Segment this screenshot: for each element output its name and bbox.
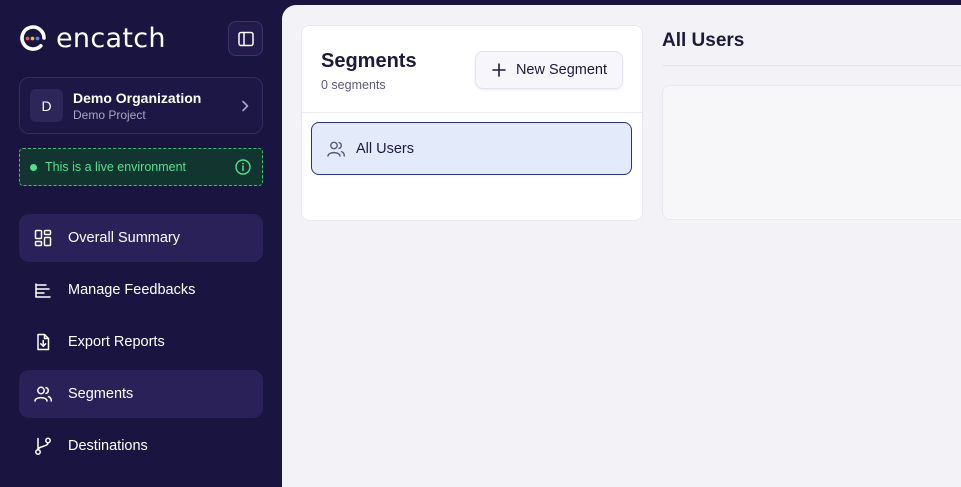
sidebar-toggle-icon: [237, 31, 254, 46]
file-download-icon: [37, 333, 50, 351]
org-avatar: D: [30, 89, 63, 122]
brand-name: encatch: [56, 22, 166, 54]
plus-icon: [492, 63, 506, 77]
encatch-logo-icon: [20, 25, 46, 51]
sidebar-item-manage-feedbacks[interactable]: Manage Feedbacks: [19, 266, 263, 314]
sidebar-item-overall-summary[interactable]: Overall Summary: [19, 214, 263, 262]
sidebar: encatch D Demo Organization Demo Project…: [0, 0, 282, 487]
segment-item-all-users[interactable]: All Users: [311, 122, 632, 175]
sidebar-item-segments[interactable]: Segments: [19, 370, 263, 418]
live-environment-banner: This is a live environment: [19, 148, 263, 186]
segments-panel: Segments 0 segments New Segment All User…: [301, 25, 643, 221]
sidebar-item-label: Destinations: [68, 438, 148, 454]
segments-count: 0 segments: [321, 78, 386, 92]
new-segment-label: New Segment: [515, 62, 608, 78]
segment-item-label: All Users: [356, 140, 415, 157]
live-environment-text: This is a live environment: [45, 160, 187, 174]
main-content: Segments 0 segments New Segment All User…: [282, 5, 961, 487]
dashboard-grid-icon: [34, 229, 52, 247]
org-info: Demo Organization Demo Project: [73, 89, 238, 123]
brand[interactable]: encatch: [18, 22, 166, 54]
info-icon[interactable]: [234, 158, 252, 176]
sidebar-item-label: Export Reports: [68, 334, 165, 350]
new-segment-button[interactable]: New Segment: [475, 51, 623, 89]
chevron-right-icon: [242, 100, 249, 111]
org-project: Demo Project: [73, 107, 146, 122]
organization-switcher[interactable]: D Demo Organization Demo Project: [19, 77, 263, 134]
users-icon: [327, 141, 345, 157]
git-branch-icon: [35, 437, 51, 455]
detail-title: All Users: [662, 30, 745, 51]
segments-panel-header: Segments 0 segments New Segment: [302, 26, 642, 113]
sidebar-toggle-button[interactable]: [228, 21, 263, 56]
org-name: Demo Organization: [73, 89, 202, 106]
segments-title: Segments: [321, 50, 417, 72]
detail-divider: [662, 65, 961, 66]
sidebar-item-destinations[interactable]: Destinations: [19, 422, 263, 470]
detail-card: [662, 85, 961, 220]
sidebar-item-label: Manage Feedbacks: [68, 282, 196, 298]
sidebar-item-label: Overall Summary: [68, 230, 180, 246]
list-icon: [35, 283, 51, 298]
sidebar-item-label: Segments: [68, 386, 134, 402]
live-status-dot: [30, 163, 37, 171]
sidebar-item-export-reports[interactable]: Export Reports: [19, 318, 263, 366]
sidebar-nav: Overall Summary Manage Feedbacks Export …: [19, 214, 263, 474]
users-icon: [34, 386, 53, 402]
